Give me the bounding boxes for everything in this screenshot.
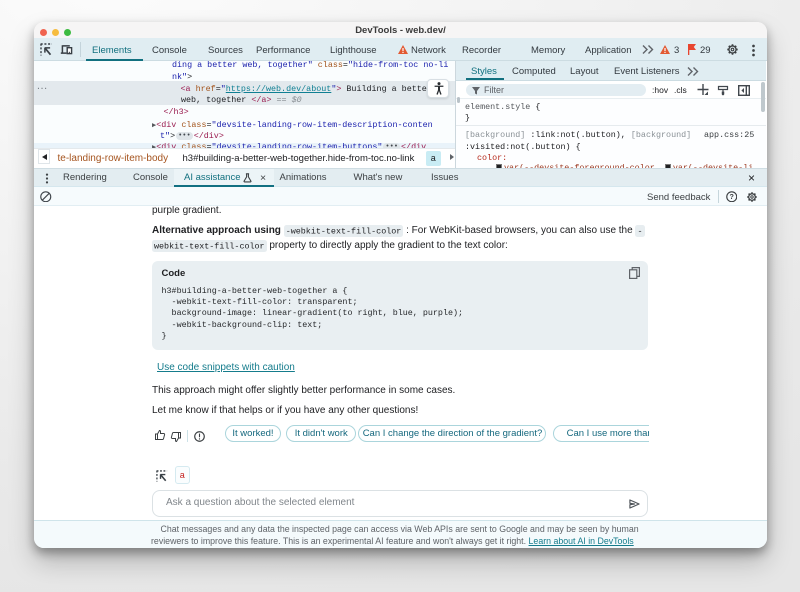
svg-text:?: ?: [729, 193, 733, 201]
